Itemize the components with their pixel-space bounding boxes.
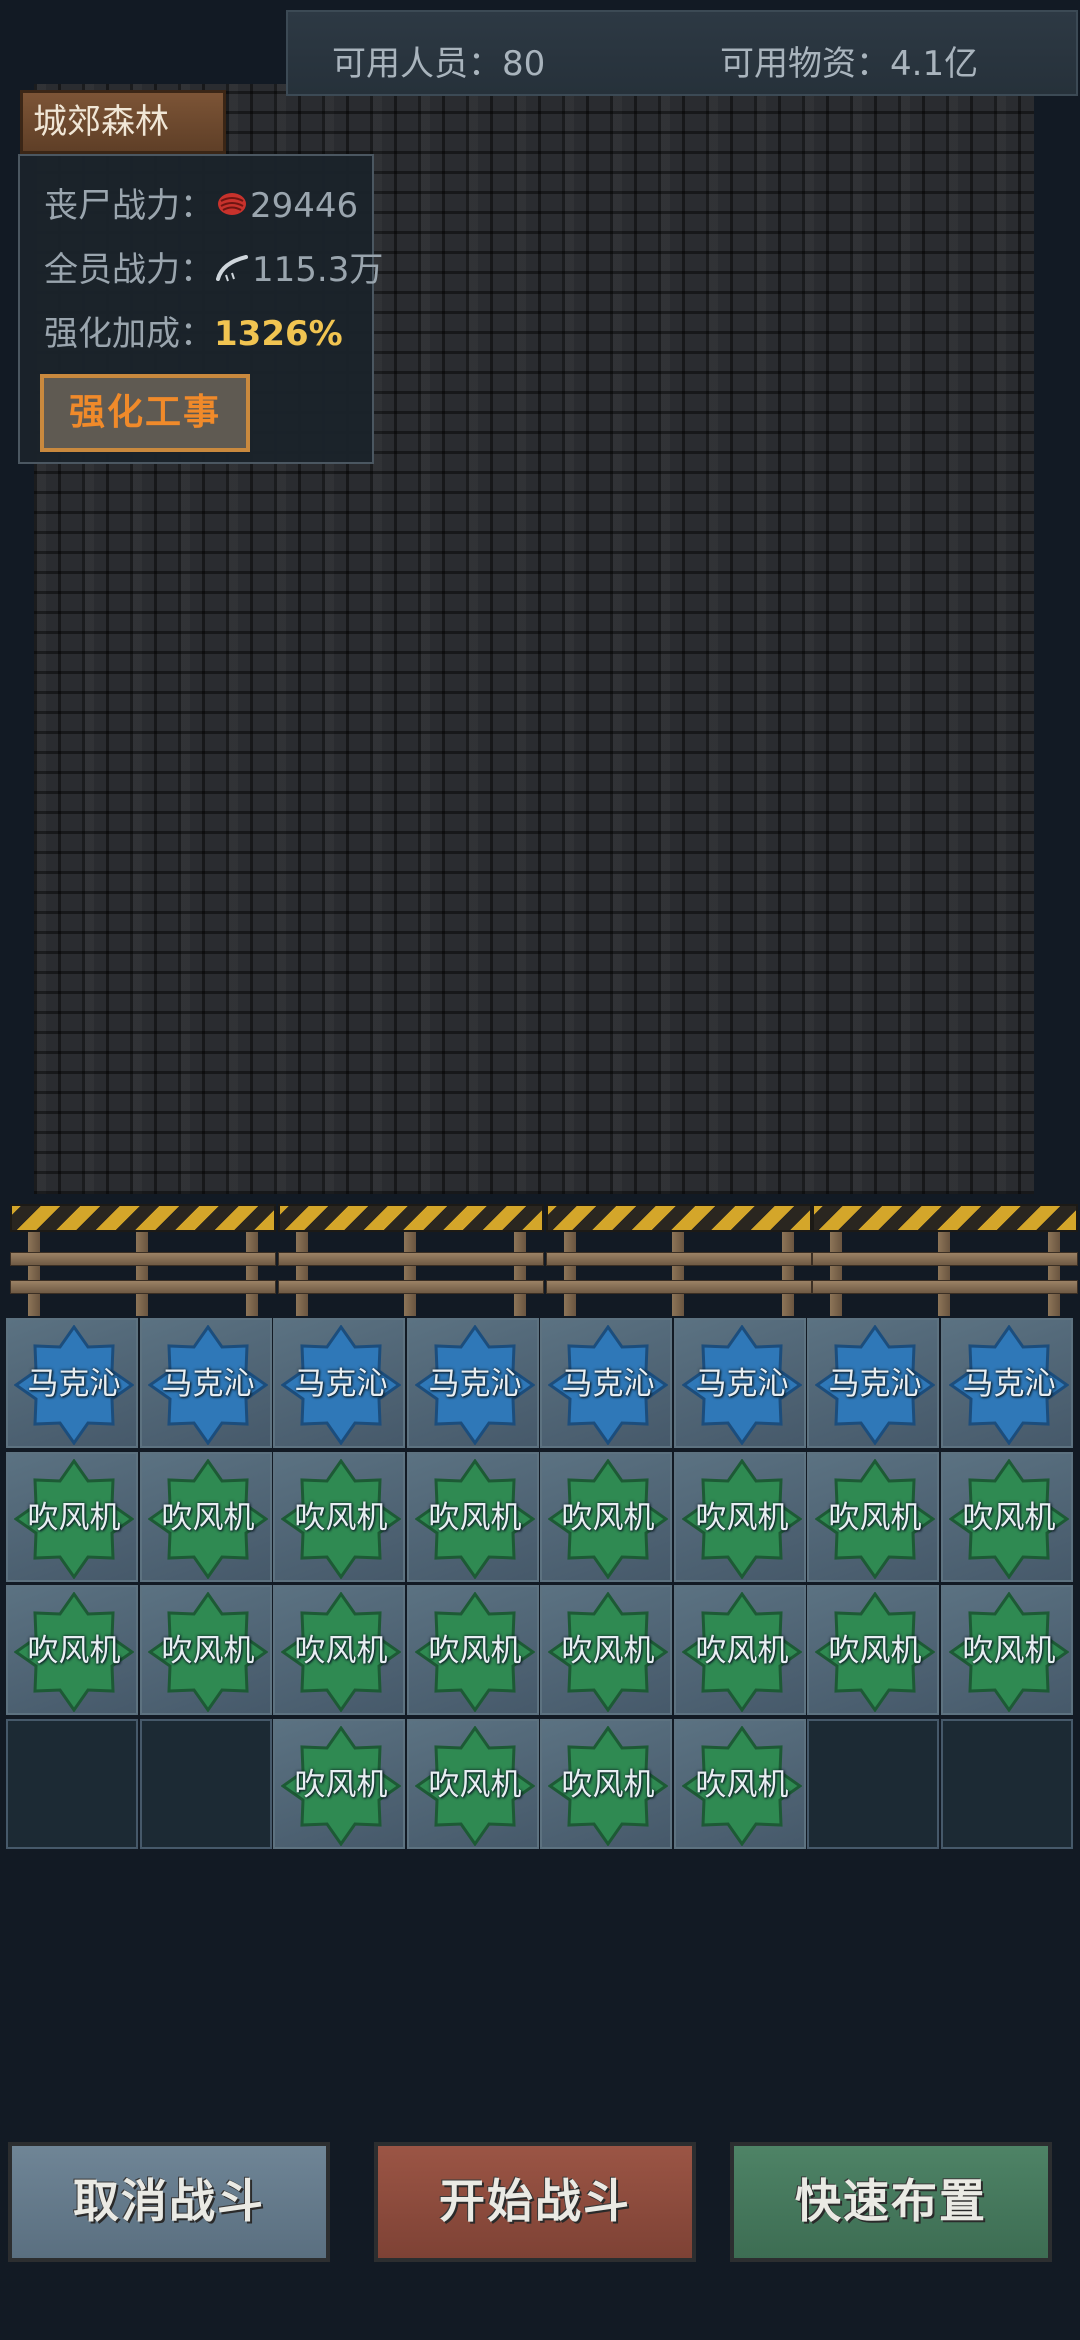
team-power-label: 全员战力： bbox=[44, 250, 214, 290]
unit-slot[interactable]: 马克沁 bbox=[140, 1318, 272, 1448]
unit-name: 马克沁 bbox=[428, 1366, 522, 1402]
unit-name: 吹风机 bbox=[695, 1500, 789, 1536]
unit-slot[interactable]: 吹风机 bbox=[941, 1585, 1073, 1715]
empty-slot[interactable] bbox=[6, 1719, 138, 1849]
unit-name: 吹风机 bbox=[561, 1767, 655, 1803]
unit-name: 马克沁 bbox=[828, 1366, 922, 1402]
boost-row: 强化加成：1326% bbox=[44, 306, 343, 355]
unit-name: 马克沁 bbox=[27, 1366, 121, 1402]
unit-name: 马克沁 bbox=[962, 1366, 1056, 1402]
unit-name: 吹风机 bbox=[695, 1767, 789, 1803]
team-power-value: 115.3万 bbox=[252, 250, 384, 290]
unit-name: 吹风机 bbox=[161, 1633, 255, 1669]
unit-name: 吹风机 bbox=[294, 1500, 388, 1536]
unit-name: 吹风机 bbox=[561, 1500, 655, 1536]
barricade bbox=[812, 1204, 1078, 1316]
unit-name: 吹风机 bbox=[27, 1500, 121, 1536]
rifle-icon bbox=[216, 252, 250, 292]
fortify-button[interactable]: 强化工事 bbox=[40, 374, 250, 452]
unit-name: 吹风机 bbox=[428, 1633, 522, 1669]
deployment-grid: 马克沁 马克沁 马克沁 马克沁 马克沁 马克沁 马克沁 马克沁 吹风机 吹风机 吹风机 吹风机 吹风机吹… bbox=[6, 1318, 1074, 1852]
unit-slot[interactable]: 马克沁 bbox=[407, 1318, 539, 1448]
unit-name: 吹风机 bbox=[27, 1633, 121, 1669]
unit-name: 吹风机 bbox=[161, 1500, 255, 1536]
unit-slot[interactable]: 吹风机 bbox=[6, 1585, 138, 1715]
unit-slot[interactable]: 吹风机 bbox=[407, 1719, 539, 1849]
unit-slot[interactable]: 吹风机 bbox=[674, 1452, 806, 1582]
unit-name: 吹风机 bbox=[561, 1633, 655, 1669]
unit-name: 马克沁 bbox=[561, 1366, 655, 1402]
unit-slot[interactable]: 马克沁 bbox=[6, 1318, 138, 1448]
unit-slot[interactable]: 吹风机 bbox=[674, 1719, 806, 1849]
unit-slot[interactable]: 吹风机 bbox=[407, 1585, 539, 1715]
unit-name: 马克沁 bbox=[695, 1366, 789, 1402]
unit-slot[interactable]: 马克沁 bbox=[941, 1318, 1073, 1448]
boost-label: 强化加成： bbox=[44, 314, 214, 354]
barricade bbox=[10, 1204, 276, 1316]
personnel-count: 可用人员：80 bbox=[332, 44, 546, 84]
barricade bbox=[546, 1204, 812, 1316]
empty-slot[interactable] bbox=[140, 1719, 272, 1849]
location-tab: 城郊森林 bbox=[20, 90, 226, 154]
unit-slot[interactable]: 吹风机 bbox=[941, 1452, 1073, 1582]
empty-slot[interactable] bbox=[807, 1719, 939, 1849]
unit-slot[interactable]: 吹风机 bbox=[674, 1585, 806, 1715]
unit-name: 马克沁 bbox=[294, 1366, 388, 1402]
empty-slot[interactable] bbox=[941, 1719, 1073, 1849]
barricade bbox=[278, 1204, 544, 1316]
unit-slot[interactable]: 吹风机 bbox=[6, 1452, 138, 1582]
supplies-count: 可用物资：4.1亿 bbox=[720, 44, 979, 84]
unit-slot[interactable]: 吹风机 bbox=[140, 1452, 272, 1582]
unit-slot[interactable]: 马克沁 bbox=[807, 1318, 939, 1448]
unit-name: 吹风机 bbox=[828, 1500, 922, 1536]
unit-slot[interactable]: 吹风机 bbox=[540, 1719, 672, 1849]
unit-slot[interactable]: 吹风机 bbox=[273, 1585, 405, 1715]
team-power-row: 全员战力： 115.3万 bbox=[44, 242, 383, 292]
unit-name: 吹风机 bbox=[294, 1633, 388, 1669]
unit-slot[interactable]: 吹风机 bbox=[540, 1452, 672, 1582]
start-battle-button[interactable]: 开始战斗 bbox=[374, 2142, 696, 2262]
boost-value: 1326% bbox=[214, 314, 343, 354]
zombie-power-label: 丧尸战力： bbox=[44, 186, 214, 226]
unit-name: 吹风机 bbox=[428, 1500, 522, 1536]
power-info-panel: 丧尸战力： 29446 全员战力： 115.3万 强化加成：1326% 强化工事 bbox=[18, 154, 383, 464]
unit-slot[interactable]: 马克沁 bbox=[273, 1318, 405, 1448]
unit-slot[interactable]: 吹风机 bbox=[273, 1719, 405, 1849]
unit-name: 吹风机 bbox=[962, 1500, 1056, 1536]
unit-name: 吹风机 bbox=[828, 1633, 922, 1669]
unit-slot[interactable]: 吹风机 bbox=[807, 1585, 939, 1715]
unit-slot[interactable]: 吹风机 bbox=[273, 1452, 405, 1582]
unit-name: 吹风机 bbox=[294, 1767, 388, 1803]
zombie-power-row: 丧尸战力： 29446 bbox=[44, 178, 358, 228]
game-screen: 可用人员：80 可用物资：4.1亿 城郊森林 丧尸战力： 29446 全员战力： 1… bbox=[0, 0, 1080, 2340]
zombie-power-value: 29446 bbox=[250, 186, 359, 226]
unit-slot[interactable]: 马克沁 bbox=[540, 1318, 672, 1448]
unit-slot[interactable]: 马克沁 bbox=[674, 1318, 806, 1448]
unit-name: 吹风机 bbox=[428, 1767, 522, 1803]
unit-slot[interactable]: 吹风机 bbox=[807, 1452, 939, 1582]
unit-name: 吹风机 bbox=[962, 1633, 1056, 1669]
unit-name: 吹风机 bbox=[695, 1633, 789, 1669]
cancel-battle-button[interactable]: 取消战斗 bbox=[8, 2142, 330, 2262]
unit-slot[interactable]: 吹风机 bbox=[407, 1452, 539, 1582]
quick-deploy-button[interactable]: 快速布置 bbox=[730, 2142, 1052, 2262]
unit-slot[interactable]: 吹风机 bbox=[140, 1585, 272, 1715]
zombie-brain-icon bbox=[216, 188, 248, 228]
unit-name: 马克沁 bbox=[161, 1366, 255, 1402]
unit-slot[interactable]: 吹风机 bbox=[540, 1585, 672, 1715]
resource-bar: 可用人员：80 可用物资：4.1亿 bbox=[286, 10, 1078, 96]
